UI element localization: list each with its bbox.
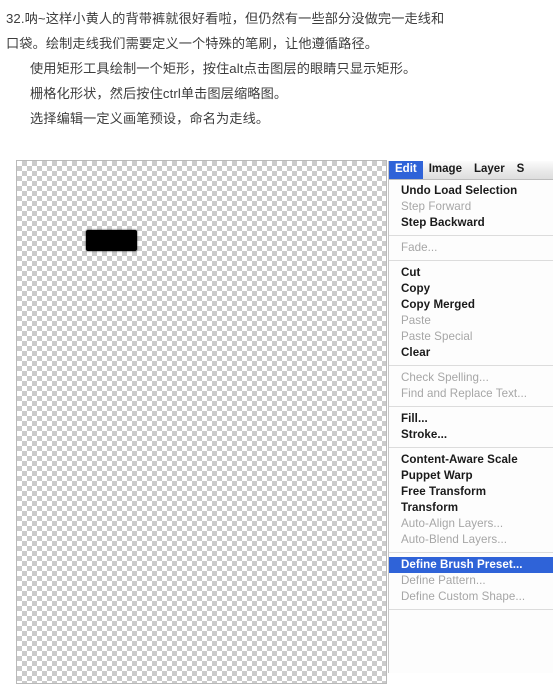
menu-item-auto-align-layers: Auto-Align Layers... xyxy=(401,517,504,530)
menu-separator xyxy=(389,447,553,448)
menubar-item-edit[interactable]: Edit xyxy=(389,161,423,179)
tutorial-line: 32.呐~这样小黄人的背带裤就很好看啦，但仍然有一些部分没做完一走线和 xyxy=(6,11,445,26)
menu-item-cut[interactable]: Cut xyxy=(389,265,553,281)
menu-item-define-brush-preset[interactable]: Define Brush Preset... xyxy=(389,557,553,573)
menu-separator xyxy=(389,365,553,366)
menu-item-find-and-replace-text: Find and Replace Text... xyxy=(401,387,528,400)
menu-item-step-forward: Step Forward xyxy=(401,200,472,213)
menubar-item-image[interactable]: Image xyxy=(423,161,468,179)
menu-item-fill[interactable]: Fill... xyxy=(389,411,553,427)
menu-item-free-transform[interactable]: Free Transform xyxy=(389,484,553,500)
tutorial-text-block: 32.呐~这样小黄人的背带裤就很好看啦，但仍然有一些部分没做完一走线和 口袋。绘制… xyxy=(0,0,553,131)
menu-item-define-custom-shape: Define Custom Shape... xyxy=(401,590,526,603)
menu-item-copy[interactable]: Copy xyxy=(389,281,553,297)
edit-menu-list[interactable]: Undo Load Selection Step Forward Step Back… xyxy=(389,180,553,610)
menu-item-check-spelling: Check Spelling... xyxy=(401,371,489,384)
application-menubar[interactable]: Edit Image Layer S xyxy=(389,161,553,180)
menu-item-step-backward[interactable]: Step Backward xyxy=(389,215,553,231)
tutorial-line: 栅格化形状，然后按住ctrl单击图层缩略图。 xyxy=(30,86,288,101)
menu-item-copy-merged[interactable]: Copy Merged xyxy=(389,297,553,313)
menu-item-clear[interactable]: Clear xyxy=(389,345,553,361)
menu-separator xyxy=(389,260,553,261)
menubar-item-s[interactable]: S xyxy=(511,161,525,179)
menu-separator xyxy=(389,406,553,407)
menu-item-stroke[interactable]: Stroke... xyxy=(389,427,553,443)
menu-item-undo-load-selection[interactable]: Undo Load Selection xyxy=(389,183,553,199)
black-rectangle-shape[interactable] xyxy=(86,230,137,251)
menu-separator xyxy=(389,552,553,553)
menu-item-puppet-warp[interactable]: Puppet Warp xyxy=(389,468,553,484)
menu-item-define-pattern: Define Pattern... xyxy=(401,574,486,587)
transparent-canvas[interactable] xyxy=(16,160,387,684)
menubar-item-layer[interactable]: Layer xyxy=(468,161,511,179)
menu-item-paste-special: Paste Special xyxy=(401,330,473,343)
edit-menu-panel: Edit Image Layer S Undo Load Selection Step … xyxy=(388,161,553,673)
tutorial-line: 口袋。绘制走线我们需要定义一个特殊的笔刷，让他遵循路径。 xyxy=(6,36,379,51)
menu-item-fade: Fade... xyxy=(401,241,438,254)
menu-item-auto-blend-layers: Auto-Blend Layers... xyxy=(401,533,508,546)
tutorial-line: 使用矩形工具绘制一个矩形，按住alt点击图层的眼睛只显示矩形。 xyxy=(30,61,417,76)
tutorial-line: 选择编辑一定义画笔预设，命名为走线。 xyxy=(30,111,270,126)
menu-item-transform[interactable]: Transform xyxy=(389,500,553,516)
menu-item-content-aware-scale[interactable]: Content-Aware Scale xyxy=(389,452,553,468)
menu-separator xyxy=(389,609,553,610)
menu-item-paste: Paste xyxy=(401,314,431,327)
menu-separator xyxy=(389,235,553,236)
